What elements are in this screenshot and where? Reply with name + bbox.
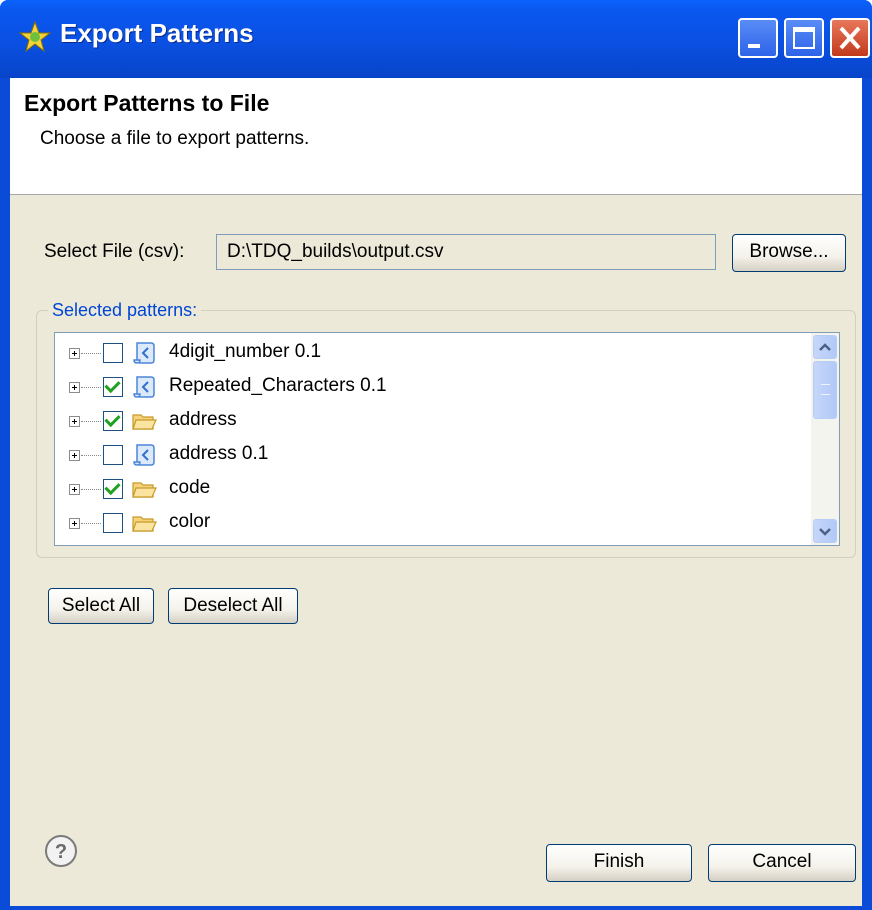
chevron-up-icon: [819, 343, 831, 351]
export-patterns-window: Export Patterns Export Patterns to File …: [0, 0, 872, 910]
tree-item[interactable]: color: [55, 507, 805, 541]
minimize-button[interactable]: [738, 18, 778, 58]
folder-icon: [131, 408, 157, 434]
tree-item[interactable]: 4digit_number 0.1: [55, 337, 805, 371]
dialog-content: Export Patterns to File Choose a file to…: [10, 78, 862, 906]
wizard-header: Export Patterns to File Choose a file to…: [10, 78, 862, 195]
window-title: Export Patterns: [60, 18, 254, 48]
tree-item-label: code: [169, 477, 211, 498]
cancel-button[interactable]: Cancel: [708, 844, 856, 882]
close-icon: [839, 26, 861, 50]
pattern-checkbox[interactable]: [103, 410, 123, 431]
tree-item-label: color: [169, 511, 211, 532]
tree-item-label: address 0.1: [169, 443, 269, 464]
svg-text:?: ?: [55, 841, 67, 863]
select-all-button[interactable]: Select All: [48, 588, 154, 624]
scroll-grip-icon: [821, 384, 830, 395]
checkmark-icon: [104, 410, 121, 428]
patterns-tree[interactable]: 4digit_number 0.1 Repeated_Characters 0.1…: [54, 332, 840, 546]
pattern-icon: [131, 442, 157, 468]
chevron-down-icon: [819, 528, 831, 536]
scroll-up-button[interactable]: [813, 335, 837, 359]
pattern-checkbox[interactable]: [103, 376, 123, 397]
pattern-checkbox[interactable]: [103, 478, 123, 499]
app-star-icon: [18, 20, 52, 53]
expand-icon[interactable]: [69, 518, 80, 529]
file-path-field[interactable]: D:\TDQ_builds\output.csv: [216, 234, 716, 270]
close-button[interactable]: [830, 18, 870, 58]
checkmark-icon: [104, 478, 121, 496]
page-description: Choose a file to export patterns.: [40, 128, 310, 149]
tree-item[interactable]: address: [55, 405, 805, 439]
tree-connector: [81, 421, 101, 422]
tree-item-label: Repeated_Characters 0.1: [169, 375, 387, 396]
tree-connector: [81, 489, 101, 490]
tree-item[interactable]: code: [55, 473, 805, 507]
browse-button[interactable]: Browse...: [732, 234, 846, 272]
expand-icon[interactable]: [69, 450, 80, 461]
page-title: Export Patterns to File: [24, 90, 270, 116]
help-icon[interactable]: ?: [44, 834, 78, 868]
pattern-checkbox[interactable]: [103, 513, 123, 533]
expand-icon[interactable]: [69, 484, 80, 495]
tree-item[interactable]: Repeated_Characters 0.1: [55, 371, 805, 405]
title-bar[interactable]: Export Patterns: [0, 0, 872, 78]
tree-item-label: 4digit_number 0.1: [169, 341, 322, 362]
tree-connector: [81, 353, 101, 354]
select-file-label: Select File (csv):: [44, 241, 185, 262]
expand-icon[interactable]: [69, 416, 80, 427]
pattern-icon: [131, 374, 157, 400]
pattern-checkbox[interactable]: [103, 343, 123, 363]
tree-item[interactable]: address 0.1: [55, 439, 805, 473]
tree-connector: [81, 523, 101, 524]
finish-button[interactable]: Finish: [546, 844, 692, 882]
pattern-checkbox[interactable]: [103, 445, 123, 465]
tree-connector: [81, 455, 101, 456]
tree-connector: [81, 387, 101, 388]
scroll-down-button[interactable]: [813, 519, 837, 543]
pattern-icon: [131, 340, 157, 366]
scroll-thumb[interactable]: [813, 361, 837, 419]
folder-icon: [131, 510, 157, 536]
tree-item-label: address: [169, 409, 237, 430]
expand-icon[interactable]: [69, 382, 80, 393]
selected-patterns-label: Selected patterns:: [48, 300, 202, 321]
folder-icon: [131, 476, 157, 502]
minimize-icon: [748, 44, 760, 48]
checkmark-icon: [104, 376, 121, 394]
expand-icon[interactable]: [69, 348, 80, 359]
vertical-scrollbar[interactable]: [811, 333, 839, 545]
maximize-button[interactable]: [784, 18, 824, 58]
deselect-all-button[interactable]: Deselect All: [168, 588, 298, 624]
maximize-icon: [793, 27, 815, 49]
